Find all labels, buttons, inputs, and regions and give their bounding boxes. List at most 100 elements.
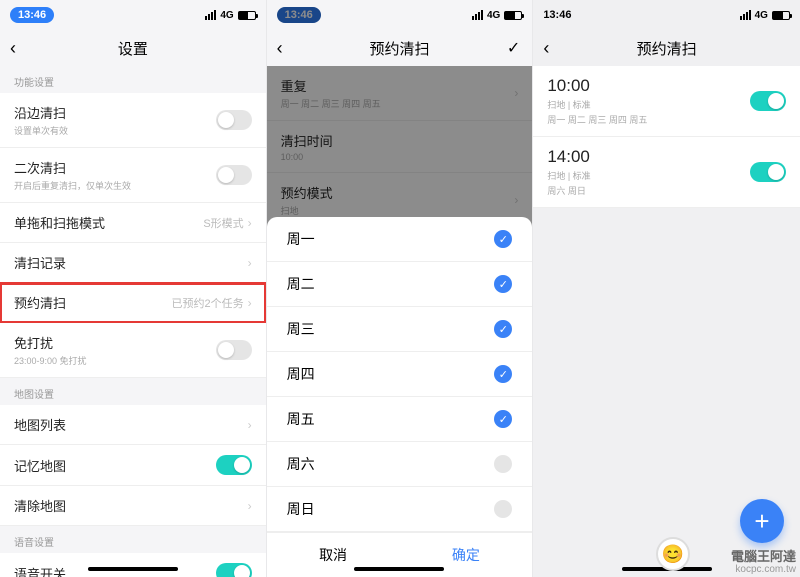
status-bar: 13:46 4G — [0, 0, 266, 30]
day-label: 周日 — [287, 499, 315, 519]
chevron-right-icon: › — [514, 86, 518, 100]
schedule-mode: 扫地 | 标准 — [547, 169, 590, 182]
page-title: 预约清扫 — [369, 38, 429, 59]
chevron-right-icon: › — [248, 418, 252, 432]
back-icon[interactable]: ‹ — [543, 38, 549, 59]
schedule-days: 周一 周二 周三 周四 周五 — [547, 113, 647, 126]
section-map: 地图设置 — [0, 378, 266, 405]
day-picker-sheet: 周一✓周二✓周三✓周四✓周五✓周六周日 取消 确定 — [267, 217, 533, 577]
signal-bars-icon — [472, 10, 483, 20]
panel-settings: 13:46 4G ‹ 设置 功能设置 沿边清扫设置单次有效 二次清扫开启后重复清… — [0, 0, 267, 577]
row-title: 清扫记录 — [14, 253, 66, 272]
schedule-item[interactable]: 14:00 扫地 | 标准周六 周日 — [533, 137, 800, 208]
watermark: 電腦王阿達 kocpc.com.tw — [731, 550, 796, 575]
day-label: 周四 — [287, 364, 315, 384]
chevron-right-icon: › — [248, 296, 252, 310]
confirm-icon[interactable]: ✓ — [507, 38, 520, 58]
section-voice: 语音设置 — [0, 526, 266, 553]
row-title: 清扫时间 — [281, 131, 333, 150]
row-title: 二次清扫 — [14, 158, 131, 177]
unchecked-icon — [494, 455, 512, 473]
time-label: 13:46 — [543, 9, 571, 21]
toggle-memory-map[interactable] — [216, 455, 252, 475]
row-scheduled-clean[interactable]: 预约清扫 已预约2个任务› — [0, 283, 266, 323]
row-sub: 设置单次有效 — [14, 124, 68, 137]
chevron-right-icon: › — [248, 499, 252, 513]
day-label: 周三 — [287, 319, 315, 339]
add-schedule-button[interactable]: + — [740, 499, 784, 543]
row-sub: 10:00 — [281, 152, 333, 162]
row-drag-mode[interactable]: 单拖和扫拖模式 S形模式› — [0, 203, 266, 243]
signal-cluster: 4G — [740, 10, 790, 21]
unchecked-icon — [494, 500, 512, 518]
day-option[interactable]: 周日 — [267, 487, 533, 532]
day-option[interactable]: 周五 ✓ — [267, 397, 533, 442]
battery-icon — [772, 11, 790, 20]
schedule-time: 14:00 — [547, 147, 590, 167]
row-sub: 23:00-9:00 免打扰 — [14, 354, 87, 367]
schedule-toggle[interactable] — [750, 91, 786, 111]
nav-bar: ‹ 预约清扫 — [533, 30, 800, 66]
section-func: 功能设置 — [0, 66, 266, 93]
back-icon[interactable]: ‹ — [10, 38, 16, 59]
panel-schedule-list: 13:46 4G ‹ 预约清扫 10:00扫地 | 标准周一 周二 周三 周四 … — [533, 0, 800, 577]
check-icon: ✓ — [494, 230, 512, 248]
row-title: 预约清扫 — [14, 293, 66, 312]
home-indicator[interactable] — [354, 567, 444, 571]
row-title: 地图列表 — [14, 415, 66, 434]
row-repeat[interactable]: 重复周一 周二 周三 周四 周五 › — [267, 66, 533, 121]
signal-bars-icon — [205, 10, 216, 20]
time-pill: 13:46 — [10, 7, 54, 23]
row-dnd[interactable]: 免打扰23:00-9:00 免打扰 — [0, 323, 266, 378]
row-title: 沿边清扫 — [14, 103, 68, 122]
row-sub: 周一 周二 周三 周四 周五 — [281, 97, 381, 110]
schedule-item[interactable]: 10:00 扫地 | 标准周一 周二 周三 周四 周五 — [533, 66, 800, 137]
check-icon: ✓ — [494, 275, 512, 293]
row-value: S形模式 — [203, 215, 243, 231]
schedule-days: 周六 周日 — [547, 184, 590, 197]
back-icon[interactable]: ‹ — [277, 38, 283, 59]
chevron-right-icon: › — [248, 256, 252, 270]
row-title: 记忆地图 — [14, 456, 66, 475]
toggle-dnd[interactable] — [216, 340, 252, 360]
page-title: 预约清扫 — [637, 38, 697, 59]
row-title: 单拖和扫拖模式 — [14, 213, 105, 232]
network-label: 4G — [220, 10, 233, 21]
day-option[interactable]: 周六 — [267, 442, 533, 487]
watermark-brand: 電腦王阿達 — [731, 550, 796, 564]
check-icon: ✓ — [494, 320, 512, 338]
day-label: 周一 — [287, 229, 315, 249]
day-label: 周五 — [287, 409, 315, 429]
row-title: 语音开关 — [14, 564, 66, 577]
panel-schedule-edit: 13:46 4G ‹ 预约清扫 ✓ 重复周一 周二 周三 周四 周五 › 清扫时… — [267, 0, 534, 577]
check-icon: ✓ — [494, 410, 512, 428]
row-clear-map[interactable]: 清除地图 › — [0, 486, 266, 526]
day-option[interactable]: 周一 ✓ — [267, 217, 533, 262]
row-twice-clean[interactable]: 二次清扫开启后重复清扫，仅单次生效 — [0, 148, 266, 203]
row-clean-time[interactable]: 清扫时间 10:00 — [267, 121, 533, 173]
day-option[interactable]: 周三 ✓ — [267, 307, 533, 352]
home-indicator[interactable] — [88, 567, 178, 571]
toggle-edge[interactable] — [216, 110, 252, 130]
page-title: 设置 — [118, 38, 148, 59]
toggle-twice[interactable] — [216, 165, 252, 185]
watermark-url: kocpc.com.tw — [731, 564, 796, 575]
day-option[interactable]: 周二✓ — [267, 262, 533, 307]
schedule-mode: 扫地 | 标准 — [547, 98, 647, 111]
network-label: 4G — [755, 10, 768, 21]
row-voice-switch[interactable]: 语音开关 — [0, 553, 266, 577]
row-title: 预约模式 — [281, 183, 333, 202]
row-title: 清除地图 — [14, 496, 66, 515]
row-edge-clean[interactable]: 沿边清扫设置单次有效 — [0, 93, 266, 148]
day-option[interactable]: 周四✓ — [267, 352, 533, 397]
row-map-list[interactable]: 地图列表 › — [0, 405, 266, 445]
signal-cluster: 4G — [472, 10, 522, 21]
row-title: 重复 — [281, 76, 381, 95]
chevron-right-icon: › — [514, 193, 518, 207]
schedule-toggle[interactable] — [750, 162, 786, 182]
schedule-time: 10:00 — [547, 76, 647, 96]
signal-cluster: 4G — [205, 10, 255, 21]
toggle-voice[interactable] — [216, 563, 252, 577]
row-memory-map[interactable]: 记忆地图 — [0, 445, 266, 486]
row-clean-record[interactable]: 清扫记录 › — [0, 243, 266, 283]
